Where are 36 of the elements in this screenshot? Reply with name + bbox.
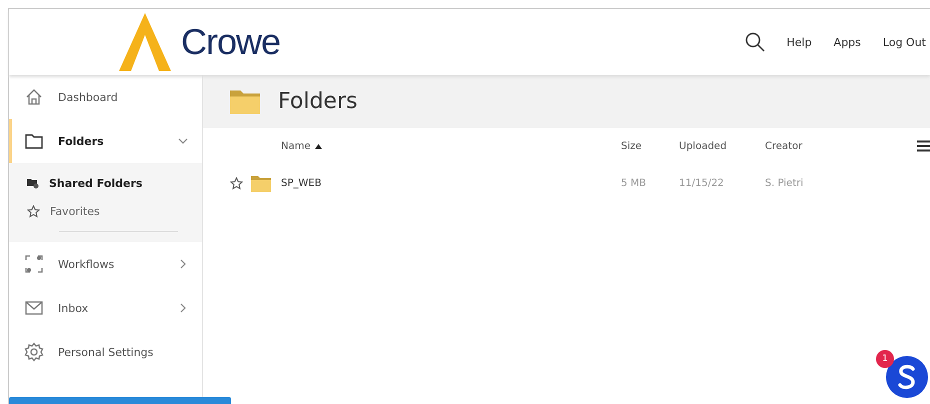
chevron-right-icon[interactable] (178, 303, 188, 313)
logo-icon (119, 13, 171, 71)
sidebar-item[interactable]: Inbox (9, 286, 202, 330)
sidebar-item[interactable]: Workflows (9, 242, 202, 286)
workflow-icon (24, 254, 44, 274)
chat-button[interactable] (886, 356, 928, 398)
star-icon[interactable] (27, 204, 40, 218)
notification-badge: 1 (876, 350, 894, 368)
page-title: Folders (278, 89, 358, 114)
star-icon[interactable] (230, 176, 243, 190)
header-link[interactable]: Log Out (882, 36, 926, 48)
folder-icon (251, 174, 271, 192)
column-header[interactable]: Uploaded (679, 140, 765, 152)
shared-folder-icon (27, 177, 39, 189)
sidebar-subitem[interactable]: Shared Folders (9, 169, 202, 197)
list-view-icon[interactable] (917, 140, 930, 152)
table-cell-text: 11/15/22 (679, 178, 725, 188)
column-header[interactable]: Name (281, 140, 621, 152)
header-link[interactable]: Help (786, 36, 812, 48)
settings-icon (24, 342, 44, 362)
s-logo-icon (896, 364, 918, 390)
home-icon (24, 87, 44, 107)
chevron-right-icon[interactable] (178, 259, 188, 269)
sidebar-item[interactable]: Dashboard (9, 75, 202, 119)
chevron-down-icon[interactable] (178, 136, 188, 146)
sidebar-subitem[interactable]: Favorites (9, 197, 202, 225)
search-icon[interactable] (744, 32, 765, 52)
sidebar-item[interactable]: Personal Settings (9, 330, 202, 374)
table-cell-text: S. Pietri (765, 178, 804, 188)
column-header[interactable]: Size (621, 140, 679, 152)
column-header[interactable]: Creator (765, 140, 890, 152)
header-link[interactable]: Apps (834, 36, 861, 48)
folder-name[interactable]: SP_WEB (281, 178, 621, 188)
logo-text: Crowe (181, 21, 280, 63)
folder-icon (230, 88, 260, 114)
table-cell-text: 5 MB (621, 178, 648, 188)
